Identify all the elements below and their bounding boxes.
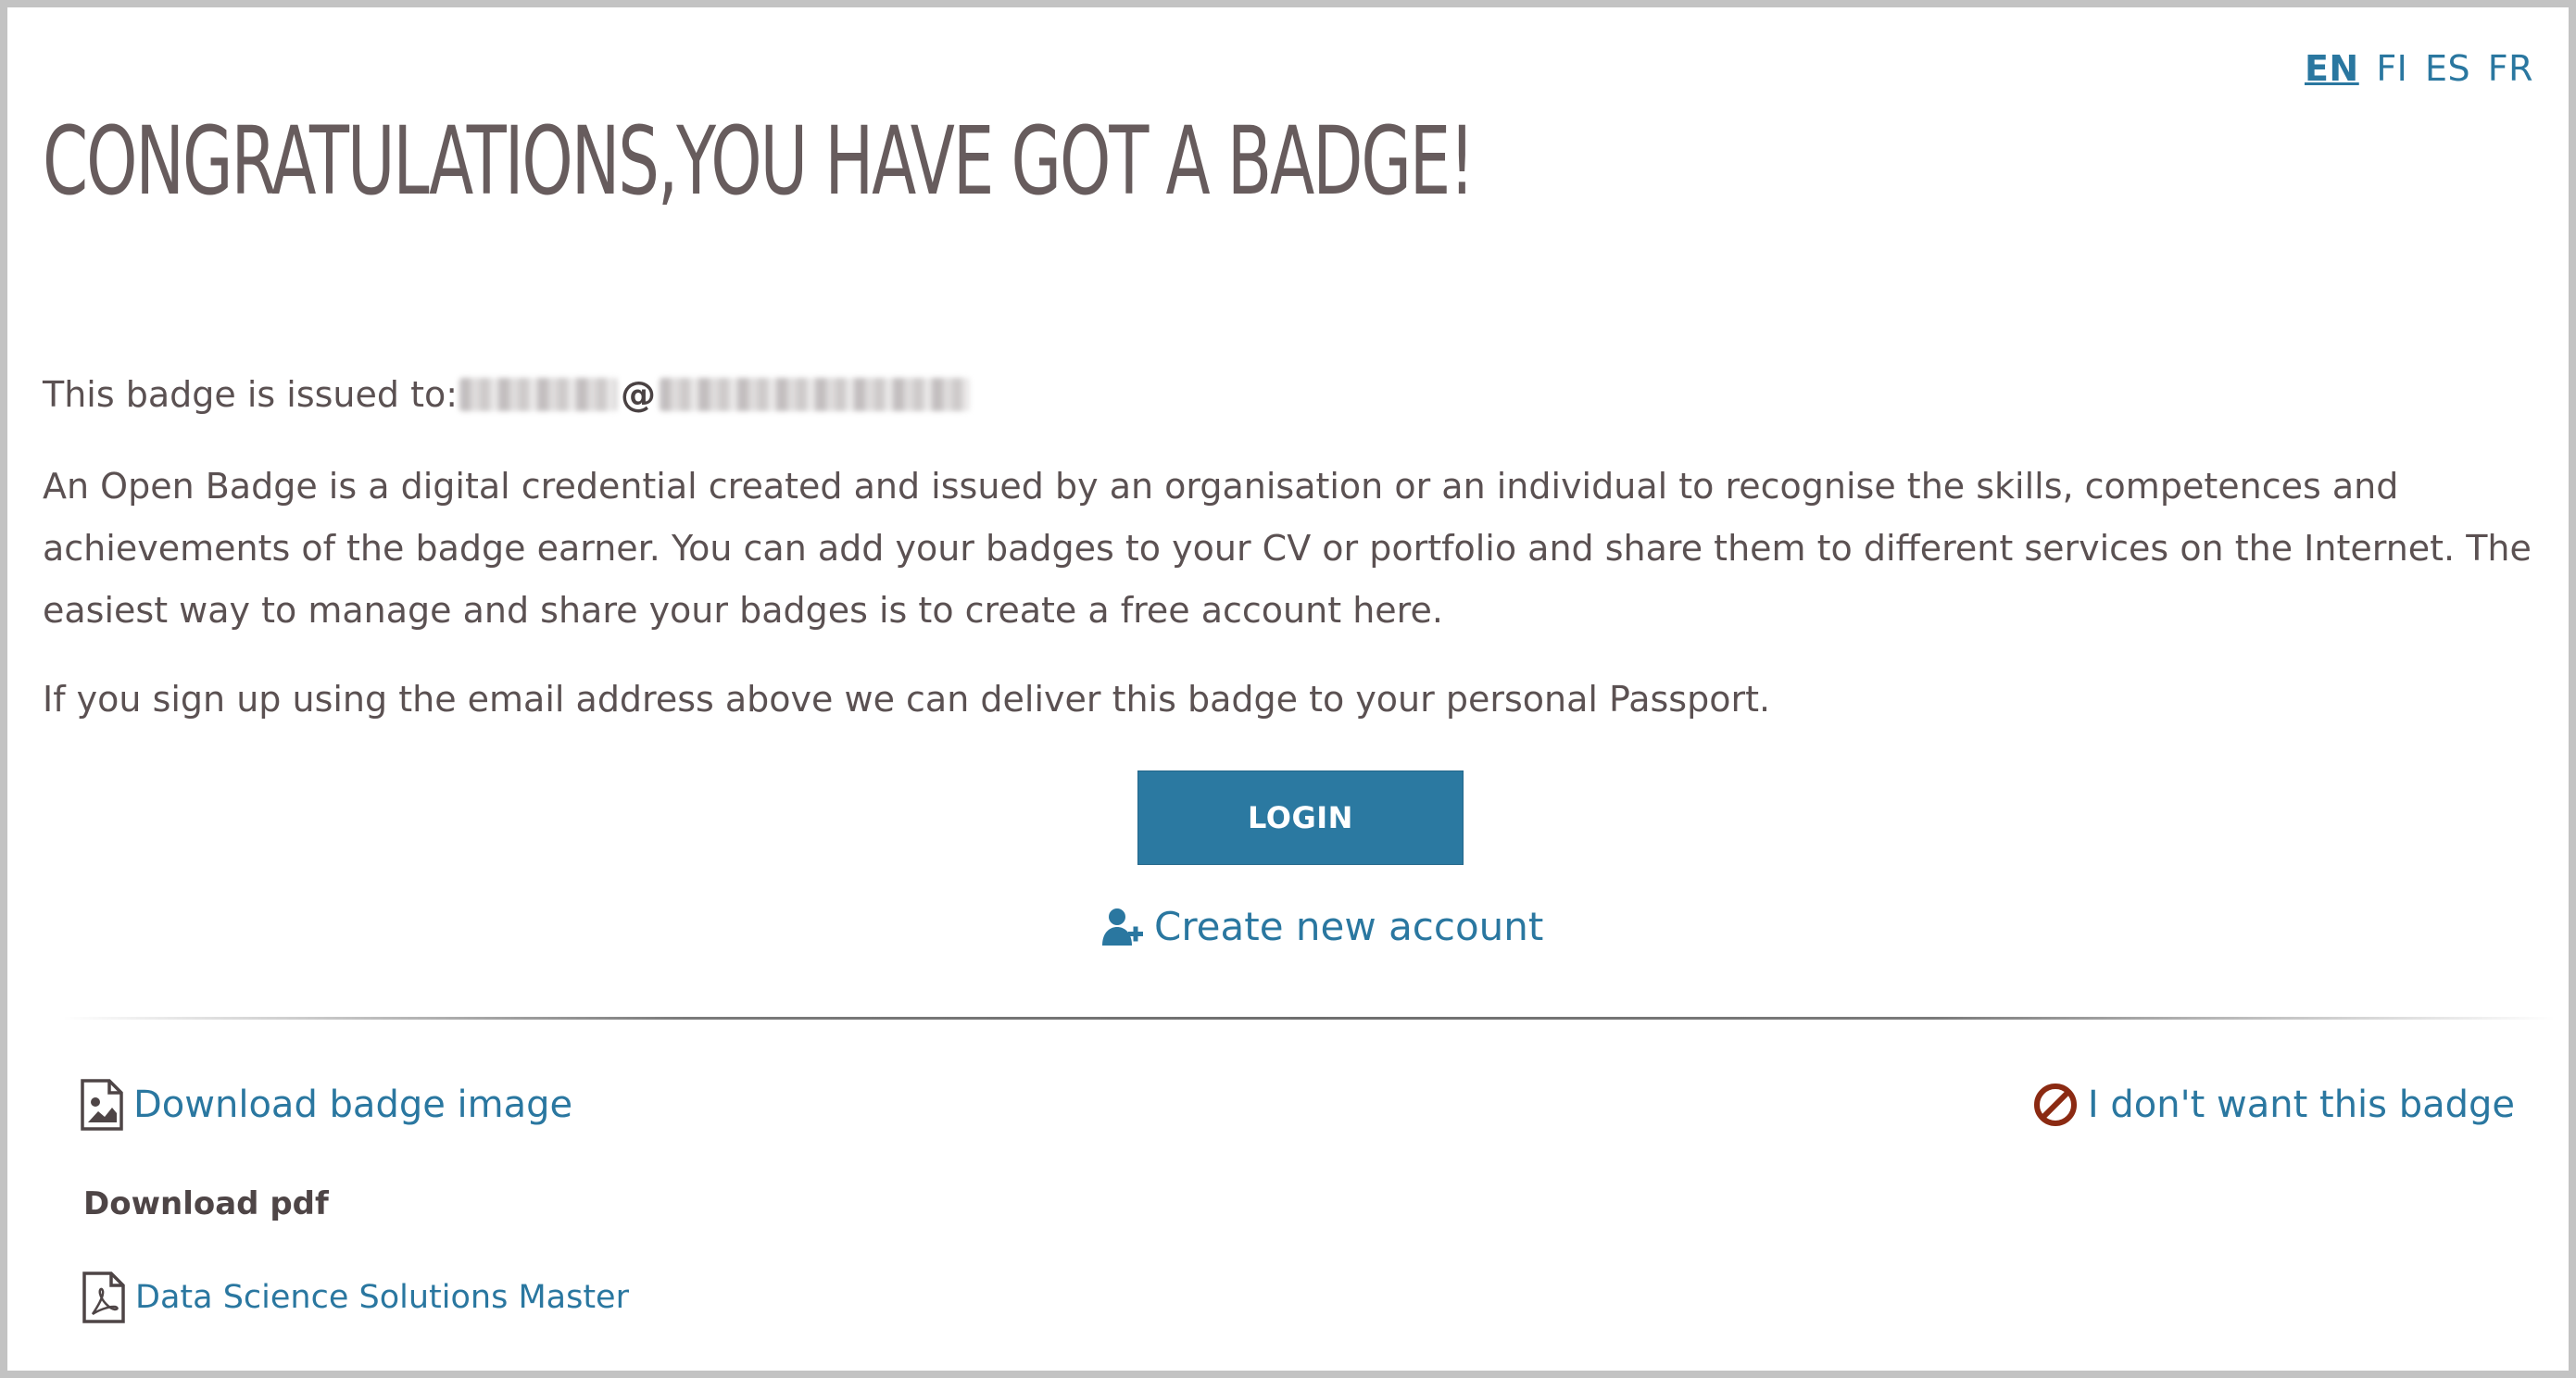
email-redacted-user [459, 378, 618, 411]
download-badge-image-link[interactable]: Download badge image [80, 1078, 572, 1132]
file-image-icon [81, 1079, 123, 1131]
language-fr[interactable]: FR [2488, 48, 2533, 89]
language-switcher: EN FI ES FR [2299, 48, 2533, 89]
user-plus-icon [1102, 908, 1143, 946]
issued-to-line: This badge is issued to: @ [43, 374, 971, 415]
decline-badge-label: I don't want this badge [2087, 1084, 2515, 1126]
login-button[interactable]: LOGIN [1137, 770, 1464, 865]
page-title: CONGRATULATIONS,YOU HAVE GOT A BADGE! [43, 106, 1475, 217]
email-at-sign: @ [621, 374, 657, 415]
signup-note: If you sign up using the email address a… [43, 679, 1771, 720]
create-account-link[interactable]: Create new account [1100, 904, 1543, 949]
language-es[interactable]: ES [2425, 48, 2470, 89]
ban-icon [2033, 1084, 2077, 1126]
email-redacted-domain [660, 378, 971, 411]
section-divider [63, 1017, 2555, 1020]
pdf-download-link[interactable]: Data Science Solutions Master [82, 1271, 629, 1324]
recipient-email: @ [459, 374, 971, 415]
decline-badge-link[interactable]: I don't want this badge [2032, 1082, 2515, 1128]
badge-description: An Open Badge is a digital credential cr… [43, 466, 2532, 631]
download-pdf-heading: Download pdf [83, 1185, 329, 1222]
file-pdf-icon [82, 1272, 125, 1323]
page-frame: EN FI ES FR CONGRATULATIONS,YOU HAVE GOT… [0, 0, 2576, 1378]
issued-to-label: This badge is issued to: [43, 374, 459, 415]
pdf-download-label: Data Science Solutions Master [135, 1279, 629, 1316]
language-en[interactable]: EN [2305, 48, 2359, 89]
create-account-label: Create new account [1154, 904, 1544, 949]
language-fi[interactable]: FI [2376, 48, 2407, 89]
download-badge-image-label: Download badge image [133, 1084, 573, 1126]
